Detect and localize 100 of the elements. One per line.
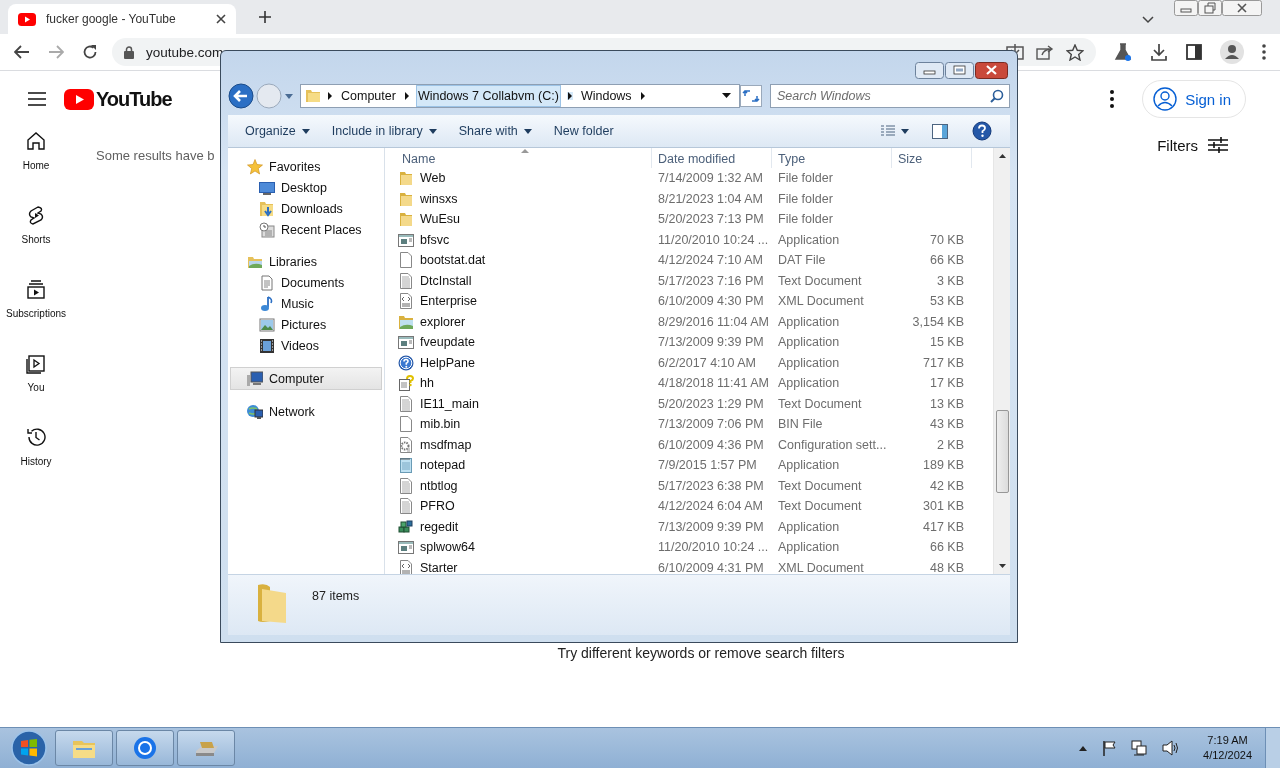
file-name[interactable]: regedit: [396, 518, 652, 535]
preview-pane-icon[interactable]: [932, 123, 948, 139]
toolbar-button[interactable]: Organize: [236, 120, 319, 142]
file-name[interactable]: msdfmap: [396, 436, 652, 453]
scroll-thumb[interactable]: [995, 409, 1009, 493]
clock-date[interactable]: 4/12/2024: [1203, 748, 1252, 763]
file-name[interactable]: explorer: [396, 313, 652, 330]
caret-icon[interactable]: [1142, 16, 1154, 24]
file-name[interactable]: WuEsu: [396, 211, 652, 228]
maximize-icon[interactable]: [945, 62, 974, 79]
nav-item[interactable]: Computer: [230, 367, 382, 390]
nav-item[interactable]: Pictures: [230, 314, 382, 335]
new-tab-icon[interactable]: [258, 10, 272, 24]
more-icon[interactable]: [1110, 90, 1115, 108]
nav-item[interactable]: Music: [230, 293, 382, 314]
restore-icon[interactable]: [1198, 0, 1222, 16]
nav-item[interactable]: Favorites: [230, 156, 382, 177]
caret-icon: [301, 128, 310, 134]
close-icon[interactable]: [216, 14, 226, 24]
toolbar-button[interactable]: Share with: [449, 120, 541, 142]
flag-icon[interactable]: [1102, 740, 1117, 756]
file-name[interactable]: bfsvc: [396, 231, 652, 248]
nav-item[interactable]: Recent Places: [230, 219, 382, 240]
flask-icon[interactable]: [1114, 43, 1132, 61]
nav-item[interactable]: Desktop: [230, 177, 382, 198]
file-name[interactable]: hh: [396, 375, 652, 392]
side-panel-icon[interactable]: [1186, 44, 1202, 60]
nav-item[interactable]: Libraries: [230, 251, 382, 272]
sidebar-item[interactable]: Shorts: [0, 201, 72, 275]
file-name[interactable]: ntbtlog: [396, 477, 652, 494]
search-icon[interactable]: [990, 89, 1004, 103]
chevron-up-icon[interactable]: [1079, 745, 1088, 751]
file-name[interactable]: PFRO: [396, 498, 652, 515]
address-bar[interactable]: Computer Windows 7 Collabvm (C:) Windows: [300, 84, 740, 108]
minimize-icon[interactable]: [1174, 0, 1198, 16]
type-cell-text: Application: [777, 458, 841, 473]
nav-item[interactable]: Downloads: [230, 198, 382, 219]
close-icon[interactable]: [975, 62, 1008, 79]
file-name[interactable]: Web: [396, 170, 652, 187]
taskbar-button[interactable]: [55, 730, 113, 766]
file-name[interactable]: splwow64: [396, 539, 652, 556]
taskbar-button[interactable]: [177, 730, 235, 766]
download-icon[interactable]: [1150, 43, 1168, 61]
nav-item[interactable]: Network: [230, 401, 382, 422]
youtube-logo[interactable]: YouTube: [64, 87, 172, 111]
sidebar-item[interactable]: Home: [0, 127, 72, 201]
sign-in-button[interactable]: Sign in: [1142, 80, 1246, 118]
refresh-icon[interactable]: [740, 85, 762, 107]
sidebar-item[interactable]: You: [0, 349, 72, 423]
back-icon[interactable]: [228, 83, 254, 109]
nav-item[interactable]: Documents: [230, 272, 382, 293]
chevron-right-icon[interactable]: [639, 92, 646, 100]
clock-time[interactable]: 7:19 AM: [1207, 733, 1248, 748]
help-icon[interactable]: [972, 121, 992, 141]
chevron-right-icon[interactable]: [566, 92, 573, 100]
file-name[interactable]: DtcInstall: [396, 272, 652, 289]
profile-icon[interactable]: [1220, 40, 1244, 64]
file-name[interactable]: bootstat.dat: [396, 252, 652, 269]
column-header[interactable]: Date modified: [652, 148, 772, 168]
file-name[interactable]: fveupdate: [396, 334, 652, 351]
search-field[interactable]: Search Windows: [770, 84, 1010, 108]
reload-icon[interactable]: [82, 44, 98, 60]
share-icon[interactable]: [1036, 44, 1054, 60]
star-icon[interactable]: [1066, 43, 1084, 61]
file-name[interactable]: HelpPane: [396, 354, 652, 371]
file-name[interactable]: IE11_main: [396, 395, 652, 412]
chevron-right-icon[interactable]: [327, 92, 333, 100]
sidebar-item[interactable]: Subscriptions: [0, 275, 72, 349]
text-document-icon: [398, 395, 414, 412]
nav-item[interactable]: Videos: [230, 335, 382, 356]
network-icon[interactable]: [1131, 740, 1148, 756]
toolbar-button[interactable]: Include in library: [322, 120, 446, 142]
scrollbar[interactable]: [993, 148, 1010, 574]
file-name[interactable]: winsxs: [396, 190, 652, 207]
back-icon[interactable]: [14, 45, 30, 59]
type-cell-text: XML Document: [777, 560, 865, 574]
breadcrumb[interactable]: Windows: [578, 85, 634, 107]
file-name[interactable]: mib.bin: [396, 416, 652, 433]
file-name[interactable]: notepad: [396, 457, 652, 474]
scroll-down-icon[interactable]: [998, 564, 1006, 568]
breadcrumb[interactable]: Windows 7 Collabvm (C:): [415, 85, 561, 107]
chevron-right-icon[interactable]: [403, 92, 410, 100]
close-icon[interactable]: [1222, 0, 1262, 16]
file-name[interactable]: Enterprise: [396, 293, 652, 310]
start-button[interactable]: [9, 728, 49, 768]
column-header[interactable]: Type: [772, 148, 892, 168]
browser-tab[interactable]: fucker google - YouTube: [8, 4, 236, 34]
type-cell-text: Application: [777, 519, 841, 534]
volume-icon[interactable]: [1162, 740, 1181, 756]
minimize-icon[interactable]: [915, 62, 944, 79]
menu-icon[interactable]: [28, 92, 46, 106]
filters-button[interactable]: Filters: [1157, 136, 1228, 154]
toolbar-button[interactable]: New folder: [544, 120, 623, 142]
menu-icon[interactable]: [1262, 44, 1266, 60]
breadcrumb[interactable]: Computer: [339, 85, 398, 107]
caret-icon[interactable]: [722, 93, 731, 99]
taskbar-button[interactable]: [116, 730, 174, 766]
scroll-up-icon[interactable]: [998, 154, 1006, 158]
column-header[interactable]: Size: [892, 148, 972, 168]
sidebar-item[interactable]: History: [0, 423, 72, 497]
